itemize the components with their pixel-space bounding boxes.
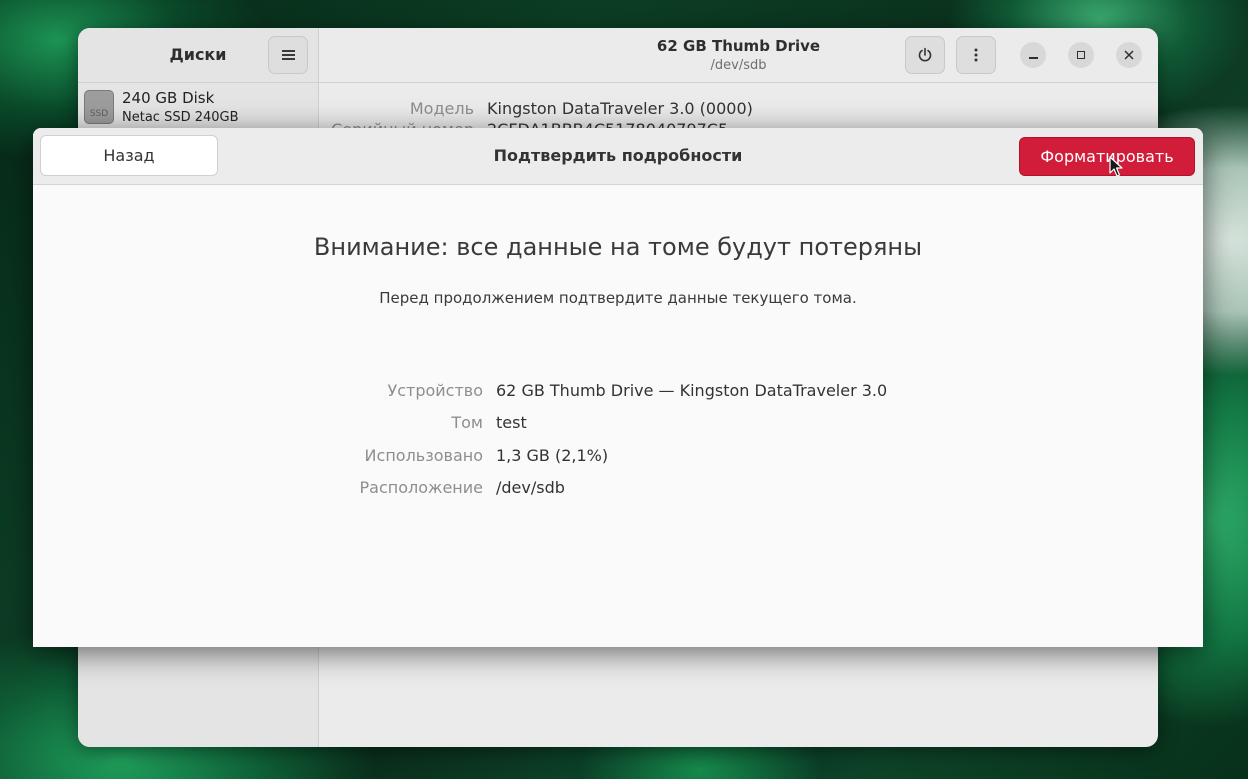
property-value-model: Kingston DataTraveler 3.0 (0000): [487, 99, 753, 118]
sidebar-header: Диски: [78, 28, 318, 83]
detail-label-location: Расположение: [359, 478, 483, 497]
format-button[interactable]: Форматировать: [1019, 137, 1195, 176]
ssd-icon: SSD: [84, 90, 114, 124]
drive-menu-button[interactable]: [956, 36, 996, 74]
detail-label-used: Использовано: [364, 446, 483, 465]
detail-value-device: 62 GB Thumb Drive — Kingston DataTravele…: [496, 381, 888, 400]
confirm-dialog: Назад Подтвердить подробности Форматиров…: [33, 128, 1203, 647]
property-label-model: Модель: [409, 99, 474, 118]
detail-label-device: Устройство: [387, 381, 483, 400]
hamburger-menu-button[interactable]: [268, 36, 308, 74]
vertical-dots-icon: [974, 48, 978, 62]
hamburger-icon: [281, 50, 295, 60]
disk-subtitle: Netac SSD 240GB: [122, 110, 239, 125]
maximize-icon: [1077, 51, 1085, 59]
close-icon: [1124, 50, 1134, 60]
maximize-button[interactable]: [1068, 42, 1094, 68]
minimize-icon: [1028, 57, 1038, 59]
minimize-button[interactable]: [1020, 42, 1046, 68]
detail-label-volume: Том: [451, 413, 483, 432]
close-button[interactable]: [1116, 42, 1142, 68]
detail-value-used: 1,3 GB (2,1%): [496, 446, 609, 465]
detail-value-volume: test: [496, 413, 527, 432]
power-icon: [918, 47, 932, 62]
dialog-header: Назад Подтвердить подробности Форматиров…: [33, 128, 1203, 185]
main-header: 62 GB Thumb Drive /dev/sdb: [319, 28, 1158, 83]
power-button[interactable]: [905, 36, 945, 74]
mouse-cursor-icon: [1109, 156, 1123, 177]
warning-subtitle: Перед продолжением подтвердите данные те…: [379, 289, 857, 307]
detail-value-location: /dev/sdb: [496, 478, 565, 497]
sidebar-item-disk[interactable]: SSD 240 GB Disk Netac SSD 240GB: [78, 84, 318, 134]
warning-heading: Внимание: все данные на томе будут потер…: [313, 233, 923, 261]
disk-name: 240 GB Disk: [122, 89, 215, 107]
